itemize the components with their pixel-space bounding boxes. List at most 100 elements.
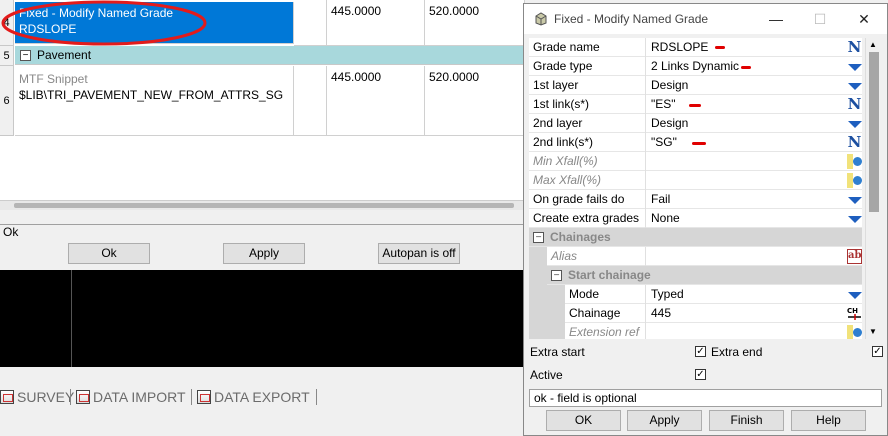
name-icon[interactable]: N [847, 97, 862, 112]
tab-data-export[interactable]: DATA EXPORT [197, 386, 310, 408]
slider-icon[interactable] [847, 173, 862, 188]
data-import-icon [76, 390, 90, 404]
red-mark-annotation [715, 46, 725, 49]
prop-label: 1st link(s*) [529, 95, 646, 114]
scroll-up-icon[interactable]: ▲ [869, 40, 877, 49]
grade-table: 4 Fixed - Modify Named Grade RDSLOPE 445… [0, 0, 525, 210]
red-mark-annotation [692, 142, 706, 145]
active-label: Active [530, 368, 563, 382]
table-cell[interactable] [294, 0, 327, 46]
dialog-titlebar[interactable]: Fixed - Modify Named Grade — ☐ ✕ [524, 4, 887, 34]
maximize-button[interactable]: ☐ [798, 4, 842, 34]
data-export-icon [197, 390, 211, 404]
prop-row-max-xfall[interactable]: Max Xfall(%) [529, 171, 862, 190]
prop-row-mode[interactable]: Mode Typed [529, 285, 862, 304]
close-button[interactable]: ✕ [842, 4, 886, 34]
prop-label: Alias [547, 247, 646, 266]
chainage-icon[interactable]: CH [847, 306, 862, 321]
group-label: Pavement [37, 48, 92, 62]
collapse-icon[interactable]: − [533, 232, 544, 244]
slider-icon[interactable] [847, 154, 862, 169]
ok-button[interactable]: Ok [68, 243, 150, 264]
table-cell-end[interactable]: 520.0000 [425, 0, 525, 46]
table-cell[interactable] [294, 66, 327, 136]
dropdown-icon[interactable] [848, 64, 862, 71]
prop-row-chainage[interactable]: Chainage 445 CH [529, 304, 862, 323]
1st-layer-select[interactable]: Design [647, 76, 844, 95]
dialog-apply-button[interactable]: Apply [627, 410, 702, 431]
prop-row-2nd-layer[interactable]: 2nd layer Design [529, 114, 862, 133]
dropdown-icon[interactable] [848, 216, 862, 223]
2nd-links-field[interactable]: "SG" [647, 133, 844, 152]
dialog-title: Fixed - Modify Named Grade [554, 12, 709, 26]
on-grade-fails-select[interactable]: Fail [647, 190, 844, 209]
prop-row-create-extra-grades[interactable]: Create extra grades None [529, 209, 862, 228]
group-chainages[interactable]: − Chainages [529, 228, 862, 247]
minimize-button[interactable]: — [754, 4, 798, 34]
help-button[interactable]: Help [791, 410, 866, 431]
prop-label: Max Xfall(%) [529, 171, 646, 190]
2nd-layer-select[interactable]: Design [647, 114, 844, 133]
alias-field[interactable] [647, 247, 844, 266]
collapse-icon[interactable]: − [20, 50, 31, 62]
create-extra-grades-select[interactable]: None [647, 209, 844, 228]
table-cell-end[interactable]: 520.0000 [425, 66, 525, 136]
slider-icon[interactable] [847, 325, 862, 339]
bottom-tabs: SURVEY DATA IMPORT DATA EXPORT [0, 386, 525, 408]
prop-row-extension-ref[interactable]: Extension ref [529, 323, 862, 339]
prop-row-grade-type[interactable]: Grade type 2 Links Dynamic [529, 57, 862, 76]
max-xfall-field[interactable] [647, 171, 844, 190]
active-checkbox[interactable]: ✓ [695, 369, 706, 380]
output-console [0, 270, 525, 367]
indent [529, 304, 565, 323]
prop-label: Create extra grades [529, 209, 646, 228]
table-cell-start[interactable]: 445.0000 [327, 0, 425, 46]
horizontal-scrollbar[interactable] [0, 200, 525, 210]
extension-ref-field[interactable] [647, 323, 844, 339]
extra-end-checkbox[interactable]: ✓ [872, 346, 883, 357]
dropdown-icon[interactable] [848, 292, 862, 299]
group-row-pavement[interactable]: − Pavement [15, 46, 525, 65]
modify-grade-dialog: Fixed - Modify Named Grade — ☐ ✕ Grade n… [523, 3, 888, 436]
cell-line-1: MTF Snippet [19, 72, 88, 86]
tab-label: DATA EXPORT [214, 389, 310, 405]
table-cell[interactable]: MTF Snippet $LIB\TRI_PAVEMENT_NEW_FROM_A… [15, 66, 294, 136]
table-cell-start[interactable]: 445.0000 [327, 66, 425, 136]
prop-row-min-xfall[interactable]: Min Xfall(%) [529, 152, 862, 171]
vertical-scrollbar[interactable]: ▲ ▼ [865, 38, 882, 339]
autopan-button[interactable]: Autopan is off [378, 243, 460, 264]
prop-row-grade-name[interactable]: Grade name RDSLOPE N [529, 38, 862, 57]
name-icon[interactable]: N [847, 40, 862, 55]
group-start-chainage[interactable]: − Start chainage [529, 266, 862, 285]
prop-row-on-grade-fails[interactable]: On grade fails do Fail [529, 190, 862, 209]
1st-links-field[interactable]: "ES" [647, 95, 844, 114]
finish-button[interactable]: Finish [709, 410, 784, 431]
dialog-ok-button[interactable]: OK [546, 410, 621, 431]
tab-survey[interactable]: SURVEY [0, 386, 74, 408]
mode-select[interactable]: Typed [647, 285, 844, 304]
prop-label: Grade type [529, 57, 646, 76]
chainage-field[interactable]: 445 [647, 304, 844, 323]
scroll-thumb[interactable] [14, 203, 514, 208]
scroll-thumb[interactable] [869, 52, 879, 212]
scroll-down-icon[interactable]: ▼ [869, 327, 877, 336]
name-icon[interactable]: N [847, 135, 862, 150]
collapse-icon[interactable]: − [551, 270, 562, 282]
dropdown-icon[interactable] [848, 197, 862, 204]
prop-label: 2nd link(s*) [529, 133, 646, 152]
red-circle-annotation [1, 0, 207, 46]
min-xfall-field[interactable] [647, 152, 844, 171]
tab-data-import[interactable]: DATA IMPORT [76, 386, 186, 408]
console-divider [71, 270, 72, 367]
dropdown-icon[interactable] [848, 121, 862, 128]
tab-divider [70, 389, 71, 405]
extra-start-checkbox[interactable]: ✓ [695, 346, 706, 357]
apply-button[interactable]: Apply [223, 243, 305, 264]
dropdown-icon[interactable] [848, 83, 862, 90]
app-icon [535, 12, 547, 26]
prop-row-1st-layer[interactable]: 1st layer Design [529, 76, 862, 95]
grade-name-field[interactable]: RDSLOPE [647, 38, 844, 57]
prop-row-alias[interactable]: Alias ab [529, 247, 862, 266]
status-label: Ok [0, 224, 525, 240]
ab-icon[interactable]: ab [847, 249, 862, 264]
